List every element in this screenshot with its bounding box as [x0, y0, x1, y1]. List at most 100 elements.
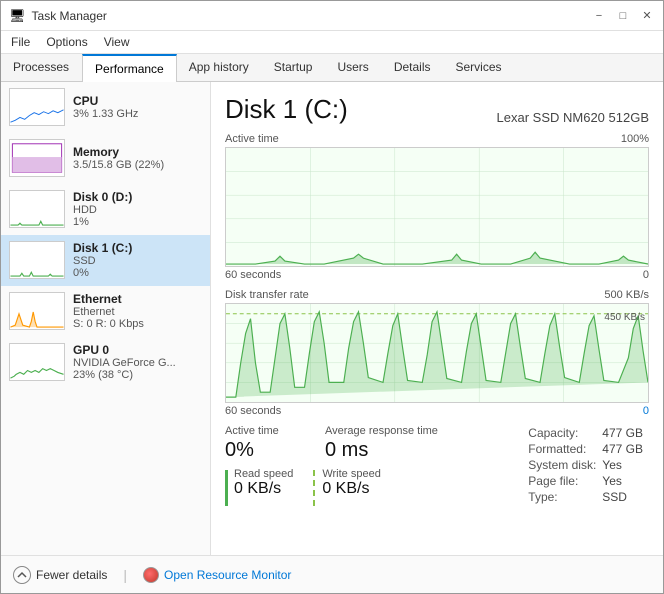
read-speed-value: 0 KB/s — [234, 480, 293, 498]
tab-performance[interactable]: Performance — [82, 54, 177, 82]
ethernet-sub2: S: 0 R: 0 Kbps — [73, 318, 202, 330]
task-manager-window: 🖥 Task Manager − □ ✕ File Options View P… — [0, 0, 664, 594]
sidebar-item-gpu0[interactable]: GPU 0 NVIDIA GeForce G... 23% (38 °C) — [1, 337, 210, 388]
read-speed-bar — [225, 470, 228, 506]
capacity-row: Capacity: 477 GB — [528, 425, 649, 441]
fewer-details-button[interactable]: Fewer details — [13, 566, 107, 584]
sidebar-item-memory[interactable]: Memory 3.5/15.8 GB (22%) — [1, 133, 210, 184]
gpu0-name: GPU 0 — [73, 343, 202, 357]
system-disk-row: System disk: Yes — [528, 457, 649, 473]
disk-model: Lexar SSD NM620 512GB — [497, 110, 649, 125]
gpu0-info: GPU 0 NVIDIA GeForce G... 23% (38 °C) — [73, 343, 202, 381]
cpu-sub: 3% 1.33 GHz — [73, 108, 202, 120]
avg-response-stat: Average response time 0 ms — [325, 425, 438, 462]
formatted-row: Formatted: 477 GB — [528, 441, 649, 457]
minimize-button[interactable]: − — [591, 8, 607, 24]
disk0-sub2: 1% — [73, 216, 202, 228]
disk-title: Disk 1 (C:) — [225, 94, 348, 125]
sidebar-item-disk1[interactable]: Disk 1 (C:) SSD 0% — [1, 235, 210, 286]
formatted-value: 477 GB — [602, 441, 649, 457]
memory-name: Memory — [73, 145, 202, 159]
disk0-name: Disk 0 (D:) — [73, 190, 202, 204]
ethernet-thumbnail — [9, 292, 65, 330]
type-value: SSD — [602, 489, 649, 505]
read-speed-block: Read speed 0 KB/s — [225, 468, 293, 506]
write-speed-block: Write speed 0 KB/s — [313, 468, 381, 506]
disk1-sub1: SSD — [73, 255, 202, 267]
active-time-chart-section: Active time 100% — [225, 133, 649, 281]
read-speed-label: Read speed — [234, 468, 293, 480]
avg-response-stat-value: 0 ms — [325, 439, 438, 462]
write-speed-bar — [313, 470, 316, 506]
chart1-footer: 60 seconds 0 — [225, 269, 649, 281]
disk1-name: Disk 1 (C:) — [73, 241, 202, 255]
chart2-label-row: Disk transfer rate 500 KB/s — [225, 289, 649, 301]
disk1-sub2: 0% — [73, 267, 202, 279]
primary-stats-row: Active time 0% Average response time 0 m… — [225, 425, 528, 462]
chart1-xmin: 60 seconds — [225, 269, 281, 281]
menu-view[interactable]: View — [98, 33, 136, 51]
gpu0-sub1: NVIDIA GeForce G... — [73, 357, 202, 369]
tab-services[interactable]: Services — [444, 54, 515, 81]
menu-file[interactable]: File — [5, 33, 36, 51]
open-resource-label: Open Resource Monitor — [164, 568, 291, 582]
gpu0-sub2: 23% (38 °C) — [73, 369, 202, 381]
right-stats-table: Capacity: 477 GB Formatted: 477 GB Syste… — [528, 425, 649, 505]
chart2-xmax: 0 — [643, 405, 649, 417]
title-bar-controls: − □ ✕ — [591, 8, 655, 24]
disk-transfer-chart-section: Disk transfer rate 500 KB/s 450 KB/s — [225, 289, 649, 417]
chart1-label: Active time — [225, 133, 279, 145]
menu-bar: File Options View — [1, 31, 663, 54]
sidebar-item-disk0[interactable]: Disk 0 (D:) HDD 1% — [1, 184, 210, 235]
separator: | — [123, 567, 127, 583]
content-area: CPU 3% 1.33 GHz Memory 3.5/15.8 GB (22%) — [1, 82, 663, 555]
memory-sub: 3.5/15.8 GB (22%) — [73, 159, 202, 171]
open-resource-monitor-button[interactable]: Open Resource Monitor — [143, 567, 291, 583]
left-stats: Active time 0% Average response time 0 m… — [225, 425, 528, 506]
main-panel: Disk 1 (C:) Lexar SSD NM620 512GB Active… — [211, 82, 663, 555]
sidebar-item-ethernet[interactable]: Ethernet Ethernet S: 0 R: 0 Kbps — [1, 286, 210, 337]
page-file-value: Yes — [602, 473, 649, 489]
ethernet-info: Ethernet Ethernet S: 0 R: 0 Kbps — [73, 292, 202, 330]
disk0-thumbnail — [9, 190, 65, 228]
tab-details[interactable]: Details — [382, 54, 444, 81]
resource-monitor-icon — [143, 567, 159, 583]
close-button[interactable]: ✕ — [639, 8, 655, 24]
write-speed-info: Write speed 0 KB/s — [322, 468, 381, 498]
type-row: Type: SSD — [528, 489, 649, 505]
avg-response-stat-label: Average response time — [325, 425, 438, 437]
chart2-xmin: 60 seconds — [225, 405, 281, 417]
sidebar-item-cpu[interactable]: CPU 3% 1.33 GHz — [1, 82, 210, 133]
tab-users[interactable]: Users — [325, 54, 381, 81]
ethernet-name: Ethernet — [73, 292, 202, 306]
fewer-details-label: Fewer details — [36, 568, 107, 582]
memory-thumbnail — [9, 139, 65, 177]
tab-bar: Processes Performance App history Startu… — [1, 54, 663, 82]
chart2-secondary-label: 450 KB/s — [604, 312, 645, 323]
tab-startup[interactable]: Startup — [262, 54, 326, 81]
title-bar: 🖥 Task Manager − □ ✕ — [1, 1, 663, 31]
disk1-thumbnail — [9, 241, 65, 279]
active-time-chart — [225, 147, 649, 267]
ethernet-sub1: Ethernet — [73, 306, 202, 318]
disk-transfer-chart: 450 KB/s — [225, 303, 649, 403]
menu-options[interactable]: Options — [40, 33, 93, 51]
cpu-thumbnail — [9, 88, 65, 126]
cpu-name: CPU — [73, 94, 202, 108]
gpu0-thumbnail — [9, 343, 65, 381]
disk1-info: Disk 1 (C:) SSD 0% — [73, 241, 202, 279]
chart1-label-row: Active time 100% — [225, 133, 649, 145]
system-disk-label: System disk: — [528, 457, 602, 473]
memory-info: Memory 3.5/15.8 GB (22%) — [73, 145, 202, 171]
type-label: Type: — [528, 489, 602, 505]
system-disk-value: Yes — [602, 457, 649, 473]
tab-processes[interactable]: Processes — [1, 54, 82, 81]
disk0-info: Disk 0 (D:) HDD 1% — [73, 190, 202, 228]
tab-app-history[interactable]: App history — [177, 54, 262, 81]
window-title: Task Manager — [32, 9, 107, 23]
page-file-row: Page file: Yes — [528, 473, 649, 489]
chart2-label: Disk transfer rate — [225, 289, 309, 301]
app-icon: 🖥 — [9, 8, 26, 24]
chart1-max: 100% — [621, 133, 649, 145]
maximize-button[interactable]: □ — [615, 8, 631, 24]
